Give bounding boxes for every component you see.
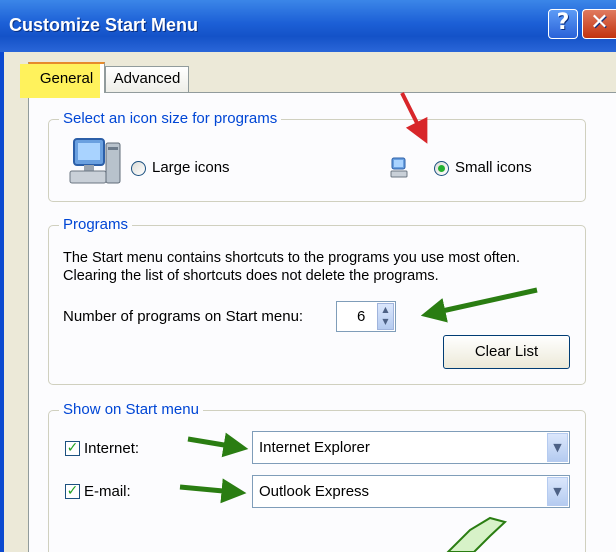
green-arrow-icon [179,478,247,504]
customize-start-menu-dialog: Customize Start Menu ? ✕ General Advance… [0,0,616,552]
green-arrow-icon [187,432,249,458]
tab-general-label: General [39,70,94,87]
green-checkmark-icon [446,516,508,552]
red-arrow-icon [400,92,428,144]
green-arrow-icon [420,287,538,323]
tab-general[interactable]: General [20,62,105,98]
